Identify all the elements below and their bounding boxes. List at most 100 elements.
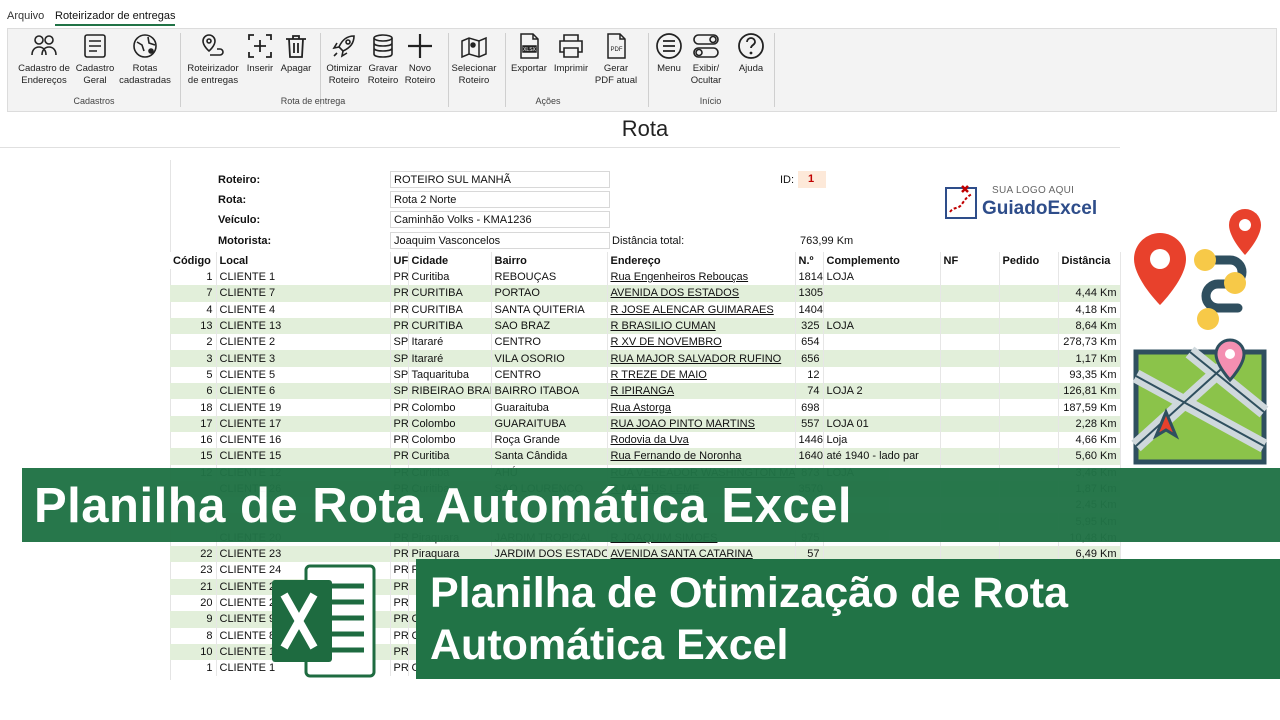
address-link[interactable]: Rua Engenheiros Rebouças xyxy=(607,269,796,286)
address-link[interactable]: R XV DE NOVEMBRO xyxy=(607,334,796,351)
table-cell[interactable]: CENTRO xyxy=(491,366,608,384)
address-link[interactable]: RUA JOAO PINTO MARTINS xyxy=(607,415,796,432)
rotas-cadastradas-button[interactable]: Rotas cadastradas xyxy=(114,31,176,87)
table-cell[interactable]: CLIENTE 2 xyxy=(216,334,391,351)
table-cell[interactable]: 10 xyxy=(170,643,217,661)
table-cell[interactable]: LOJA xyxy=(823,317,941,335)
table-cell[interactable]: 126,81 Km xyxy=(1058,383,1121,400)
table-cell[interactable]: CLIENTE 5 xyxy=(216,366,391,384)
table-cell[interactable]: 5,60 Km xyxy=(1058,448,1121,465)
table-row[interactable]: 18 CLIENTE 19 PR Colombo Guaraituba Rua Astor… xyxy=(170,399,1121,416)
table-cell[interactable]: 8,64 Km xyxy=(1058,317,1121,335)
table-cell[interactable]: PR xyxy=(390,285,409,302)
table-cell[interactable]: CLIENTE 4 xyxy=(216,301,391,318)
roteiro-field[interactable]: ROTEIRO SUL MANHÃ xyxy=(390,171,610,188)
table-row[interactable]: 2 CLIENTE 2 SP Itararé CENTRO R XV DE NOVEMBR… xyxy=(170,334,1121,351)
table-cell[interactable]: Colombo xyxy=(408,399,492,416)
table-cell[interactable]: PR xyxy=(390,660,409,677)
table-cell[interactable]: 325 xyxy=(795,317,824,335)
table-cell[interactable] xyxy=(999,383,1059,400)
table-cell[interactable]: CLIENTE 16 xyxy=(216,431,391,449)
address-link[interactable]: R BRASILIO CUMAN xyxy=(607,317,796,335)
table-cell[interactable]: SANTA QUITERIA xyxy=(491,301,608,318)
table-cell[interactable]: PR xyxy=(390,399,409,416)
table-cell[interactable]: até 1940 - lado par xyxy=(823,448,941,465)
table-cell[interactable] xyxy=(999,399,1059,416)
table-cell[interactable]: PR xyxy=(390,415,409,432)
table-cell[interactable]: Colombo xyxy=(408,431,492,449)
table-cell[interactable]: Itararé xyxy=(408,334,492,351)
table-cell[interactable] xyxy=(823,301,941,318)
table-row[interactable]: 7 CLIENTE 7 PR CURITIBA PORTAO AVENIDA DOS ES… xyxy=(170,285,1121,302)
table-cell[interactable]: 3 xyxy=(170,350,217,367)
table-row[interactable]: 1CLIENTE 1PRCuritibaREBOUÇASRua Engenhei… xyxy=(170,269,1121,286)
table-cell[interactable]: SP xyxy=(390,366,409,384)
table-cell[interactable]: CLIENTE 13 xyxy=(216,317,391,335)
table-cell[interactable] xyxy=(823,285,941,302)
table-cell[interactable]: 187,59 Km xyxy=(1058,399,1121,416)
table-cell[interactable]: 2 xyxy=(170,334,217,351)
table-cell[interactable]: Santa Cândida xyxy=(491,448,608,465)
table-cell[interactable] xyxy=(999,317,1059,335)
motorista-field[interactable]: Joaquim Vasconcelos xyxy=(390,232,610,249)
address-link[interactable]: R IPIRANGA xyxy=(607,383,796,400)
table-cell[interactable]: 4 xyxy=(170,301,217,318)
table-cell[interactable]: GUARAITUBA xyxy=(491,415,608,432)
table-cell[interactable]: CENTRO xyxy=(491,334,608,351)
table-cell[interactable]: 9 xyxy=(170,611,217,628)
address-link[interactable]: Rua Astorga xyxy=(607,399,796,416)
table-cell[interactable]: Roça Grande xyxy=(491,431,608,449)
novo-roteiro-button[interactable]: Novo Roteiro xyxy=(389,31,451,87)
table-cell[interactable] xyxy=(940,334,1000,351)
table-row[interactable]: 4 CLIENTE 4 PR CURITIBA SANTA QUITERIA R JOSE… xyxy=(170,301,1121,318)
table-cell[interactable] xyxy=(940,350,1000,367)
table-cell[interactable]: CLIENTE 3 xyxy=(216,350,391,367)
table-cell[interactable]: PR xyxy=(390,611,409,628)
table-cell[interactable]: PR xyxy=(390,594,409,612)
table-cell[interactable]: VILA OSORIO xyxy=(491,350,608,367)
table-cell[interactable]: PR xyxy=(390,317,409,335)
table-cell[interactable]: 1814 xyxy=(795,269,824,286)
table-cell[interactable]: SAO BRAZ xyxy=(491,317,608,335)
table-cell[interactable]: 698 xyxy=(795,399,824,416)
table-cell[interactable]: 656 xyxy=(795,350,824,367)
address-link[interactable]: R TREZE DE MAIO xyxy=(607,366,796,384)
address-link[interactable]: AVENIDA DOS ESTADOS xyxy=(607,285,796,302)
table-cell[interactable]: 23 xyxy=(170,562,217,579)
table-cell[interactable]: CLIENTE 7 xyxy=(216,285,391,302)
table-cell[interactable]: CLIENTE 17 xyxy=(216,415,391,432)
table-row[interactable]: 17 CLIENTE 17 PR Colombo GUARAITUBA RUA JOAO … xyxy=(170,415,1121,432)
table-cell[interactable] xyxy=(823,334,941,351)
table-cell[interactable]: 557 xyxy=(795,415,824,432)
table-cell[interactable]: 20 xyxy=(170,594,217,612)
table-row[interactable]: 3 CLIENTE 3 SP Itararé VILA OSORIO RUA MAJOR … xyxy=(170,350,1121,367)
table-cell[interactable]: Curitiba xyxy=(408,448,492,465)
table-cell[interactable]: PR xyxy=(390,448,409,465)
table-cell[interactable]: CURITIBA xyxy=(408,301,492,318)
table-cell[interactable]: 15 xyxy=(170,448,217,465)
table-cell[interactable] xyxy=(823,399,941,416)
table-cell[interactable] xyxy=(940,366,1000,384)
table-cell[interactable]: CLIENTE 6 xyxy=(216,383,391,400)
table-cell[interactable]: 1305 xyxy=(795,285,824,302)
table-cell[interactable]: 12 xyxy=(795,366,824,384)
address-link[interactable]: RUA MAJOR SALVADOR RUFINO xyxy=(607,350,796,367)
table-cell[interactable] xyxy=(999,350,1059,367)
tab-arquivo[interactable]: Arquivo xyxy=(7,10,44,22)
table-cell[interactable]: 6 xyxy=(170,383,217,400)
table-cell[interactable] xyxy=(940,399,1000,416)
table-cell[interactable] xyxy=(940,415,1000,432)
table-cell[interactable] xyxy=(999,431,1059,449)
table-cell[interactable]: RIBEIRAO BRANCO xyxy=(408,383,492,400)
table-cell[interactable]: 21 xyxy=(170,578,217,595)
table-cell[interactable]: Itararé xyxy=(408,350,492,367)
table-cell[interactable]: LOJA 01 xyxy=(823,415,941,432)
table-cell[interactable] xyxy=(940,383,1000,400)
table-cell[interactable]: CLIENTE 1 xyxy=(216,269,391,286)
table-cell[interactable] xyxy=(940,269,1000,286)
table-cell[interactable]: PR xyxy=(390,627,409,644)
table-cell[interactable] xyxy=(999,301,1059,318)
table-cell[interactable]: 18 xyxy=(170,399,217,416)
table-cell[interactable]: PR xyxy=(390,578,409,595)
table-cell[interactable]: LOJA 2 xyxy=(823,383,941,400)
